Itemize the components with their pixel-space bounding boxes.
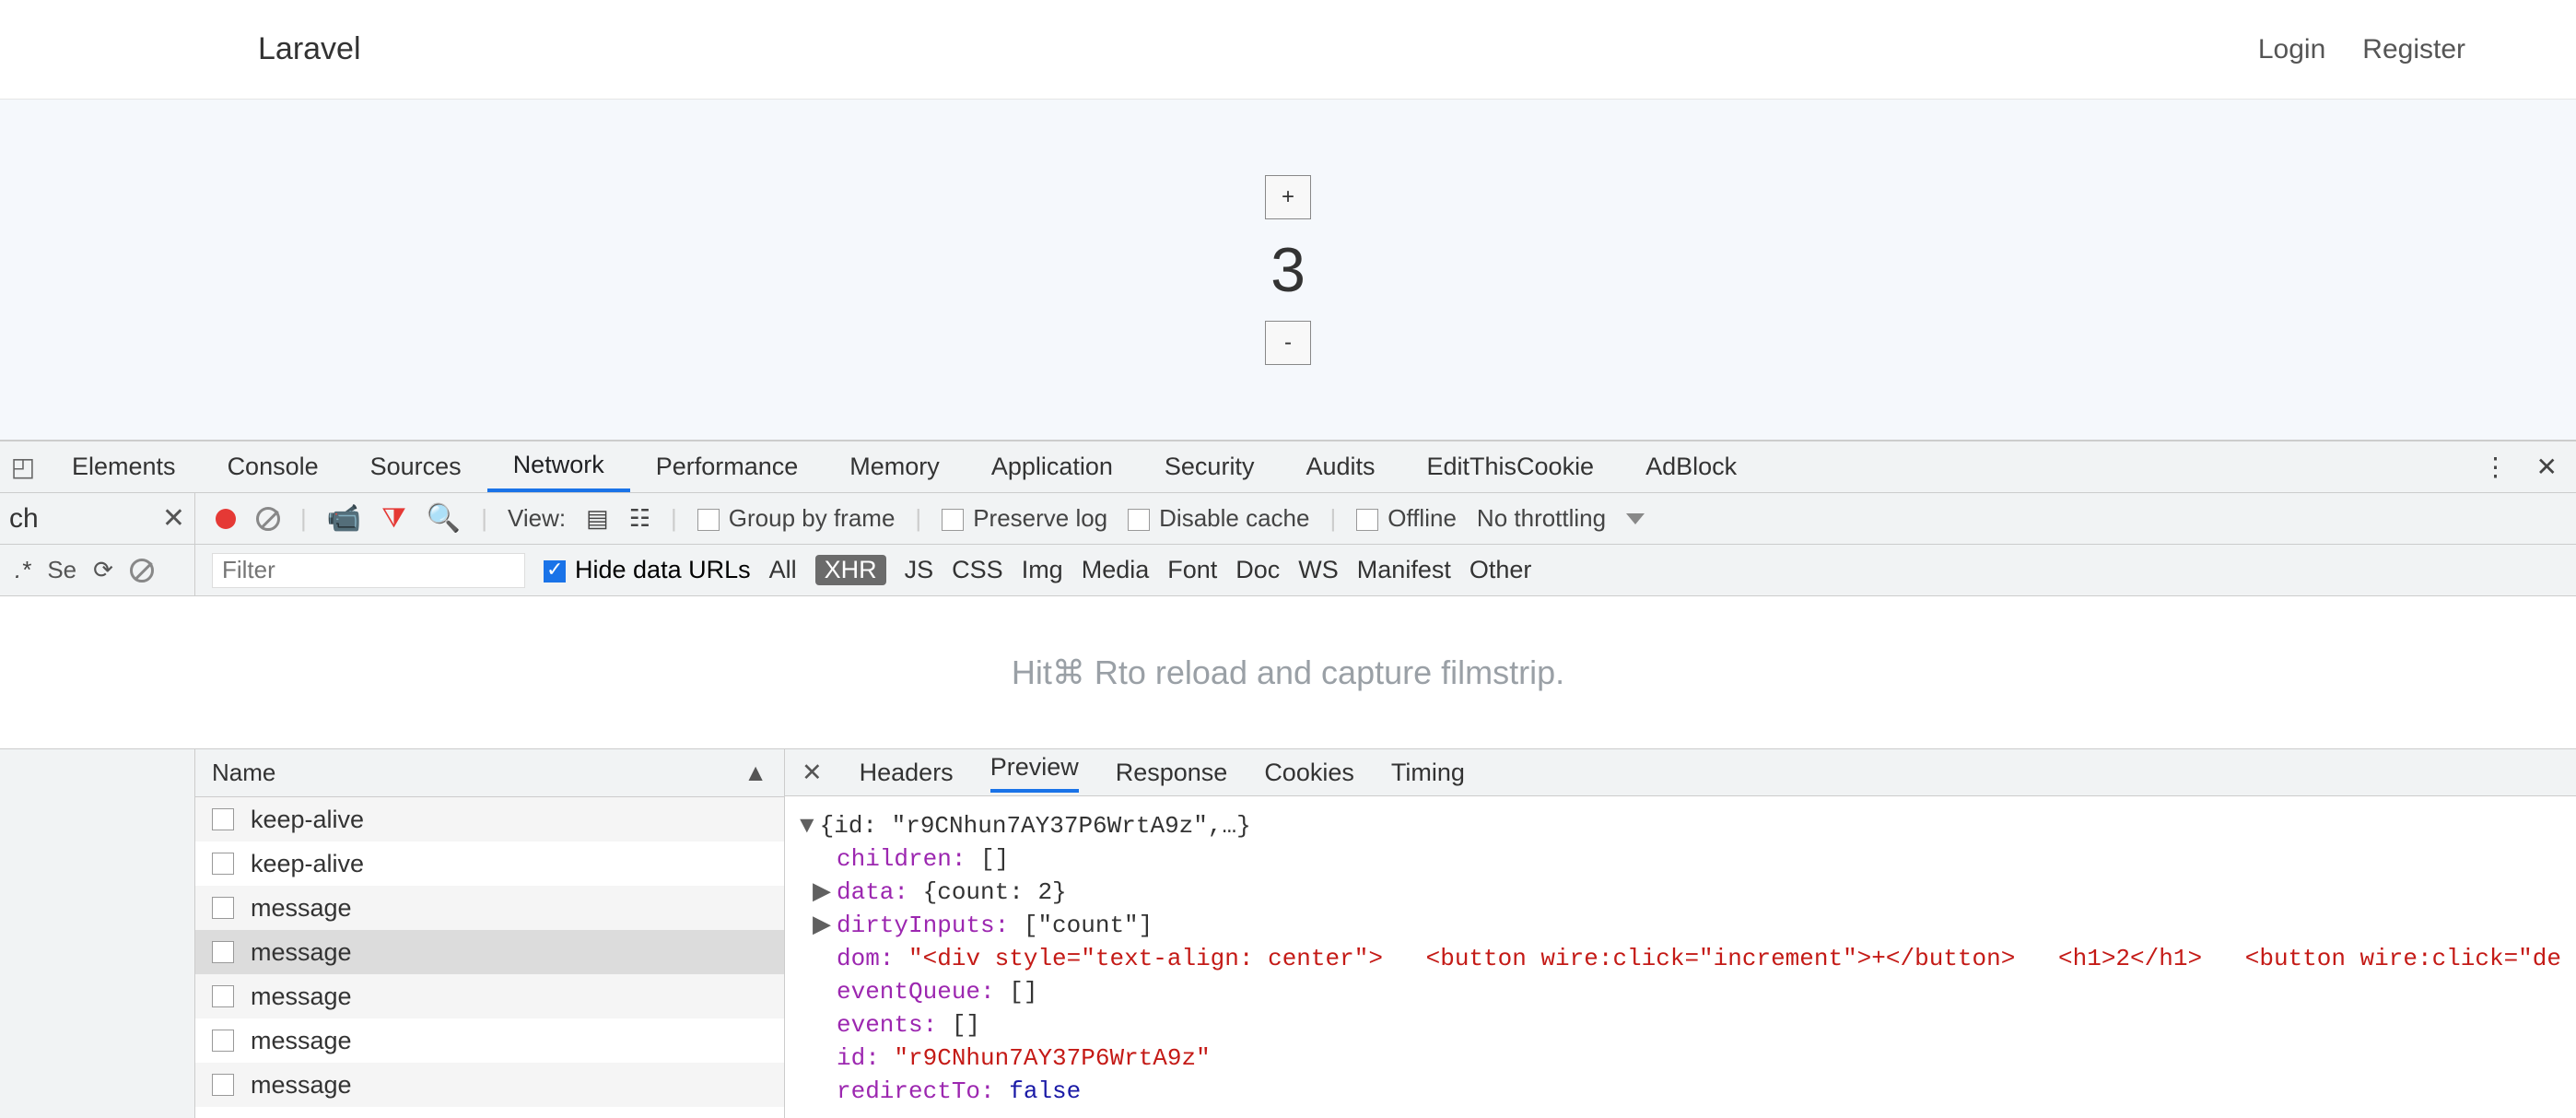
request-row[interactable]: message <box>195 1063 784 1107</box>
request-row[interactable]: message <box>195 1018 784 1063</box>
login-link[interactable]: Login <box>2258 34 2325 65</box>
search-panel-close-icon[interactable]: ✕ <box>162 502 185 535</box>
clear-icon[interactable] <box>256 507 280 531</box>
search-panel-label: ch <box>9 503 39 535</box>
disable-cache-checkbox[interactable] <box>1128 509 1150 531</box>
tab-memory[interactable]: Memory <box>824 441 966 492</box>
request-row[interactable]: keep-alive <box>195 797 784 841</box>
filter-type-ws[interactable]: WS <box>1298 556 1339 584</box>
request-list-header-name[interactable]: Name <box>212 759 275 787</box>
tab-network[interactable]: Network <box>487 441 630 492</box>
request-name: message <box>251 983 352 1011</box>
network-filter-input[interactable] <box>212 553 525 588</box>
detail-tab-timing[interactable]: Timing <box>1391 759 1465 787</box>
request-checkbox[interactable] <box>212 941 234 963</box>
view-small-icon[interactable]: ☷ <box>629 504 650 533</box>
detail-tab-headers[interactable]: Headers <box>860 759 954 787</box>
request-name: message <box>251 1027 352 1055</box>
inspect-element-icon[interactable]: ◰ <box>0 452 46 482</box>
hide-data-urls-label: Hide data URLs <box>575 556 751 583</box>
tab-adblock[interactable]: AdBlock <box>1620 441 1762 492</box>
throttling-select[interactable]: No throttling <box>1477 504 1606 533</box>
throttling-dropdown-icon[interactable] <box>1626 513 1645 524</box>
filter-type-doc[interactable]: Doc <box>1235 556 1280 584</box>
offline-checkbox[interactable] <box>1356 509 1378 531</box>
decrement-button[interactable]: - <box>1265 321 1311 365</box>
expand-toggle-icon[interactable]: ▶ <box>813 876 831 909</box>
filter-type-manifest[interactable]: Manifest <box>1357 556 1451 584</box>
filter-type-other[interactable]: Other <box>1469 556 1532 584</box>
preserve-log-checkbox[interactable] <box>942 509 964 531</box>
filmstrip-empty-message: Hit ⌘ R to reload and capture filmstrip. <box>0 596 2576 749</box>
kebab-menu-icon[interactable]: ⋮ <box>2483 452 2509 482</box>
request-checkbox[interactable] <box>212 985 234 1007</box>
filter-search-input[interactable]: Se <box>47 556 76 584</box>
group-by-frame-checkbox[interactable] <box>697 509 720 531</box>
filter-type-media[interactable]: Media <box>1082 556 1150 584</box>
request-name: keep-alive <box>251 806 364 834</box>
request-name: keep-alive <box>251 850 364 878</box>
tab-sources[interactable]: Sources <box>345 441 487 492</box>
request-checkbox[interactable] <box>212 897 234 919</box>
app-brand: Laravel <box>258 31 361 67</box>
filter-refresh-icon[interactable]: ⟳ <box>93 556 113 584</box>
tab-performance[interactable]: Performance <box>630 441 825 492</box>
filter-clear-icon[interactable] <box>130 559 154 583</box>
expand-toggle-icon[interactable]: ▼ <box>800 809 814 842</box>
offline-label: Offline <box>1388 504 1457 532</box>
screenshot-icon[interactable]: 📹 <box>327 502 361 535</box>
request-name: message <box>251 938 352 967</box>
hide-data-urls-checkbox[interactable] <box>544 560 566 583</box>
filter-type-img[interactable]: Img <box>1022 556 1063 584</box>
request-checkbox[interactable] <box>212 808 234 830</box>
increment-button[interactable]: + <box>1265 175 1311 219</box>
tab-elements[interactable]: Elements <box>46 441 202 492</box>
request-checkbox[interactable] <box>212 1030 234 1052</box>
request-checkbox[interactable] <box>212 853 234 875</box>
tab-security[interactable]: Security <box>1139 441 1281 492</box>
regex-toggle-icon[interactable]: .* <box>15 556 30 584</box>
counter-value: 3 <box>1270 234 1306 306</box>
register-link[interactable]: Register <box>2362 34 2465 65</box>
filter-type-font[interactable]: Font <box>1167 556 1217 584</box>
disable-cache-label: Disable cache <box>1159 504 1309 532</box>
devtools-panel: ◰ Elements Console Sources Network Perfo… <box>0 441 2576 1118</box>
search-sidebar <box>0 749 195 1118</box>
expand-toggle-icon[interactable]: ▶ <box>813 909 831 942</box>
detail-tab-response[interactable]: Response <box>1116 759 1228 787</box>
detail-tab-cookies[interactable]: Cookies <box>1264 759 1354 787</box>
network-request-list: Name ▲ keep-alive keep-alive message messag… <box>195 749 785 1118</box>
request-row[interactable]: message <box>195 974 784 1018</box>
request-name: message <box>251 1071 352 1100</box>
keyboard-shortcut: ⌘ R <box>1052 653 1118 692</box>
devtools-tabs: ◰ Elements Console Sources Network Perfo… <box>0 441 2576 493</box>
request-row[interactable]: keep-alive <box>195 841 784 886</box>
view-label: View: <box>508 504 566 533</box>
request-row[interactable]: message <box>195 886 784 930</box>
record-icon[interactable] <box>216 509 236 529</box>
filter-type-css[interactable]: CSS <box>952 556 1003 584</box>
view-large-icon[interactable]: ▤ <box>586 504 609 533</box>
filter-toggle-icon[interactable]: ⧩ <box>381 503 406 535</box>
request-checkbox[interactable] <box>212 1074 234 1096</box>
tab-audits[interactable]: Audits <box>1280 441 1400 492</box>
detail-close-icon[interactable]: ✕ <box>802 759 823 787</box>
detail-tab-preview[interactable]: Preview <box>990 753 1079 793</box>
search-icon[interactable]: 🔍 <box>427 502 461 535</box>
tab-editthiscookie[interactable]: EditThisCookie <box>1401 441 1621 492</box>
devtools-close-icon[interactable]: ✕ <box>2536 452 2558 482</box>
group-by-frame-label: Group by frame <box>729 504 896 532</box>
tab-application[interactable]: Application <box>966 441 1139 492</box>
response-preview: ▼{id: "r9CNhun7AY37P6WrtA9z",…} children… <box>785 796 2576 1118</box>
filter-type-all[interactable]: All <box>769 556 797 584</box>
filter-type-js[interactable]: JS <box>905 556 934 584</box>
preserve-log-label: Preserve log <box>973 504 1107 532</box>
request-name: message <box>251 894 352 923</box>
sort-icon[interactable]: ▲ <box>744 759 767 787</box>
request-row[interactable]: message <box>195 930 784 974</box>
counter-widget: + 3 - <box>1265 175 1311 365</box>
tab-console[interactable]: Console <box>202 441 345 492</box>
filter-type-xhr[interactable]: XHR <box>815 555 886 585</box>
